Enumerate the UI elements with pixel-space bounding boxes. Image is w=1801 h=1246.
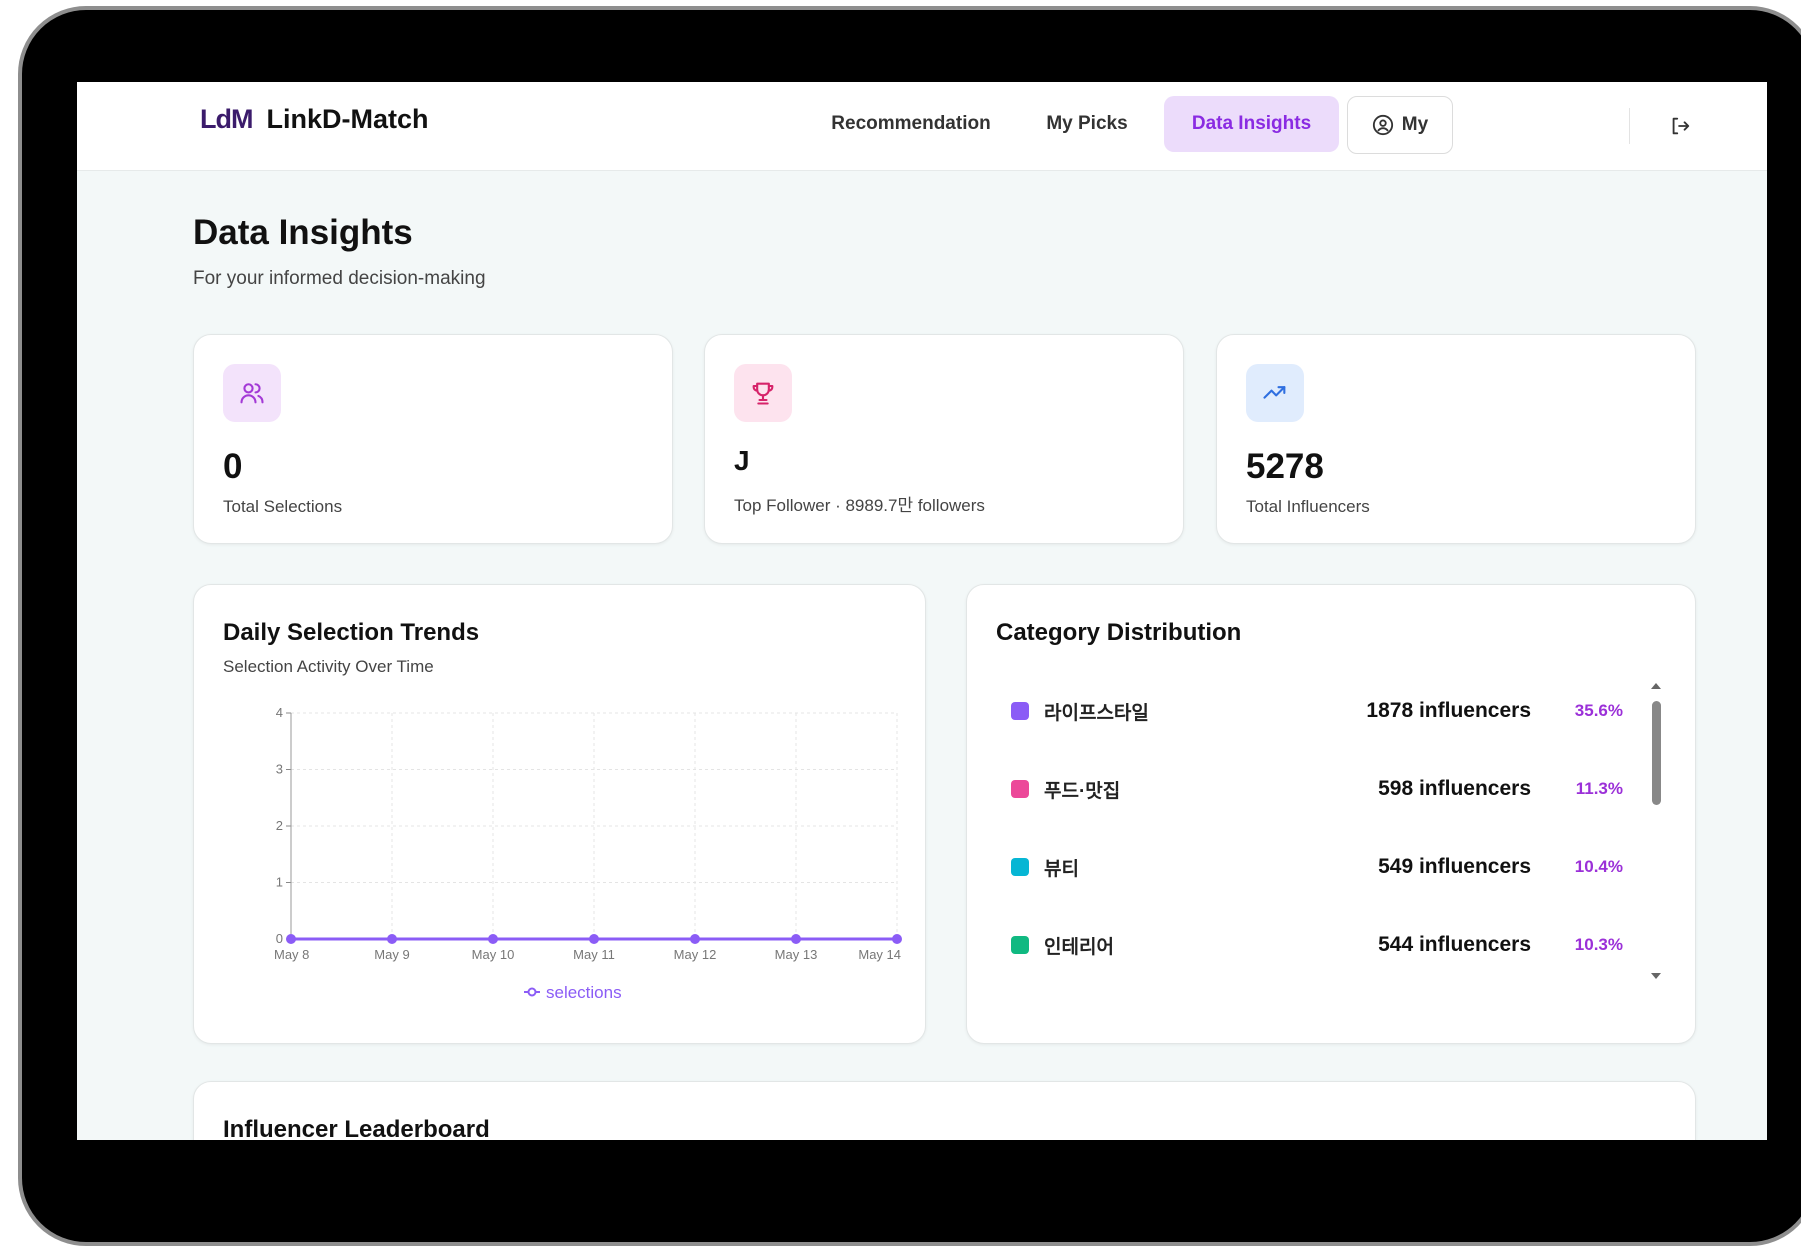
nav-my-picks[interactable]: My Picks — [1022, 96, 1152, 152]
x-axis-tick-label: May 9 — [374, 947, 409, 962]
category-distribution-card: Category Distribution 라이프스타일 1878 influe… — [966, 584, 1696, 1044]
data-point — [387, 934, 397, 944]
x-axis-tick-label: May 13 — [775, 947, 818, 962]
x-axis-tick-label: May 12 — [674, 947, 717, 962]
nav-recommendation[interactable]: Recommendation — [826, 96, 996, 152]
page-subtitle: For your informed decision-making — [193, 268, 486, 289]
my-account-button[interactable]: My — [1347, 96, 1453, 154]
category-count: 544 influencers — [1378, 933, 1531, 956]
x-axis-tick-label: May 11 — [573, 947, 615, 962]
category-color-swatch — [1011, 858, 1029, 876]
scroll-down-arrow[interactable] — [1651, 973, 1661, 979]
y-axis-tick-label: 3 — [276, 762, 283, 777]
total-selections-label: Total Selections — [223, 497, 343, 516]
trophy-icon — [734, 364, 792, 422]
x-axis-tick-label: May 14 — [858, 947, 901, 962]
category-name: 인테리어 — [1044, 936, 1114, 958]
category-row[interactable]: 인테리어 544 influencers 10.3% — [1011, 925, 1623, 965]
total-influencers-label: Total Influencers — [1246, 497, 1370, 516]
category-color-swatch — [1011, 780, 1029, 798]
category-percent: 35.6% — [1574, 701, 1623, 720]
category-row[interactable]: 라이프스타일 1878 influencers 35.6% — [1011, 691, 1623, 731]
nav-data-insights-label: Data Insights — [1191, 113, 1312, 134]
logout-button[interactable] — [1662, 108, 1698, 144]
nav-divider — [1629, 108, 1630, 144]
app-screen: LdM LinkD-Match Recommendation My Picks … — [77, 82, 1767, 1140]
leaderboard-title: Influencer Leaderboard — [223, 1116, 490, 1140]
stat-card-total-selections: 0 Total Selections — [193, 334, 673, 544]
category-count: 598 influencers — [1378, 777, 1531, 800]
category-count: 549 influencers — [1378, 855, 1531, 878]
logout-icon — [1669, 115, 1691, 137]
scrollbar-thumb[interactable] — [1652, 701, 1661, 805]
top-follower-label: Top Follower · 8989.7만 followers — [734, 496, 985, 515]
y-axis-tick-label: 2 — [276, 818, 283, 833]
y-axis-tick-label: 1 — [276, 875, 283, 890]
category-row[interactable]: 푸드·맛집 598 influencers 11.3% — [1011, 769, 1623, 809]
x-axis-tick-label: May 10 — [472, 947, 515, 962]
category-distribution-title: Category Distribution — [996, 619, 1242, 646]
nav-recommendation-label: Recommendation — [831, 113, 991, 134]
category-percent: 11.3% — [1575, 779, 1623, 798]
top-follower-value: J — [734, 445, 750, 476]
category-color-swatch — [1011, 702, 1029, 720]
stat-card-top-follower: J Top Follower · 8989.7만 followers — [704, 334, 1184, 544]
users-icon — [223, 364, 281, 422]
total-influencers-value: 5278 — [1246, 447, 1324, 486]
brand-logo[interactable]: LdM LinkD-Match — [200, 104, 428, 135]
nav-data-insights[interactable]: Data Insights — [1164, 96, 1339, 152]
category-percent: 10.4% — [1574, 857, 1623, 876]
data-point — [488, 934, 498, 944]
influencer-leaderboard-card: Influencer Leaderboard — [193, 1081, 1696, 1140]
selection-trend-chart: 0 1 2 3 4 May 8 May 9 May 10 May 11 May 12 May 13 M… — [274, 705, 902, 1002]
category-name: 라이프스타일 — [1044, 702, 1149, 724]
category-name: 뷰티 — [1044, 858, 1079, 880]
category-percent: 10.3% — [1574, 935, 1623, 954]
daily-selection-trends-card: Daily Selection Trends Selection Activit… — [193, 584, 926, 1044]
data-point — [791, 934, 801, 944]
legend-swatch-marker — [527, 987, 537, 997]
category-count: 1878 influencers — [1366, 699, 1531, 722]
my-account-label: My — [1401, 114, 1429, 135]
y-axis-tick-label: 0 — [276, 931, 283, 946]
total-selections-value: 0 — [223, 447, 243, 486]
brand-name: LinkD-Match — [266, 104, 429, 134]
data-point — [286, 934, 296, 944]
trending-up-icon — [1246, 364, 1304, 422]
data-point — [892, 934, 902, 944]
legend-label: selections — [546, 983, 622, 1002]
data-point — [690, 934, 700, 944]
user-circle-icon — [1372, 114, 1394, 136]
page-title: Data Insights — [193, 213, 413, 252]
scroll-up-arrow[interactable] — [1651, 683, 1661, 689]
data-point — [589, 934, 599, 944]
nav-my-picks-label: My Picks — [1046, 113, 1128, 134]
x-axis-tick-label: May 8 — [274, 947, 309, 962]
category-color-swatch — [1011, 936, 1029, 954]
stat-card-total-influencers: 5278 Total Influencers — [1216, 334, 1696, 544]
category-name: 푸드·맛집 — [1044, 780, 1121, 802]
y-axis-tick-label: 4 — [276, 705, 283, 720]
category-row[interactable]: 뷰티 549 influencers 10.4% — [1011, 847, 1623, 887]
top-navigation-bar: LdM LinkD-Match Recommendation My Picks … — [77, 82, 1767, 171]
logo-mark: LdM — [200, 104, 253, 134]
